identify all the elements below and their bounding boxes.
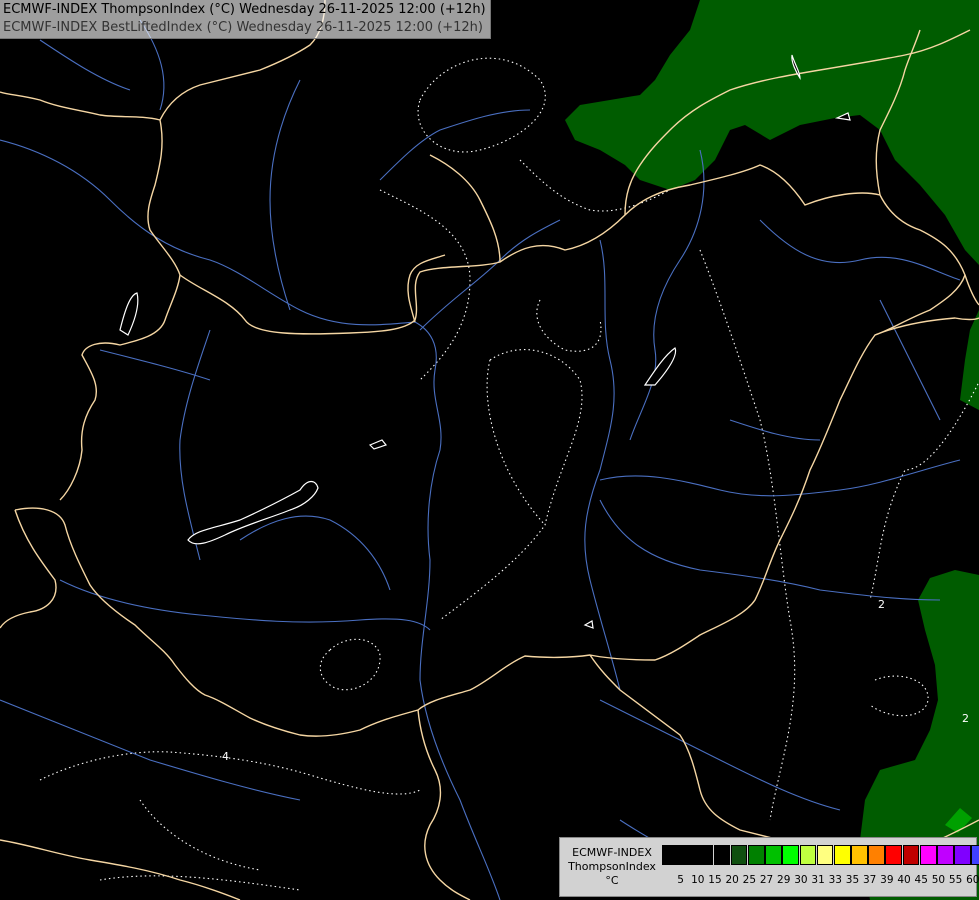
legend-swatch	[782, 845, 799, 865]
legend-swatch	[799, 845, 817, 865]
legend-swatch	[747, 845, 765, 865]
legend-swatch	[765, 845, 782, 865]
legend-swatch	[937, 845, 954, 865]
legend-tick-label: 60	[966, 874, 979, 886]
lake-small-1	[368, 439, 388, 450]
legend-tick-label: 55	[948, 874, 963, 886]
legend-title: ECMWF-INDEX	[572, 846, 652, 859]
legend-swatch	[971, 845, 979, 865]
legend-swatch	[833, 845, 851, 865]
legend-swatch	[816, 845, 834, 865]
hungary-border	[14, 164, 966, 737]
legend-tick-label: 5	[677, 874, 684, 886]
legend-tick-label: 45	[914, 874, 928, 886]
legend-tick-label: 10	[691, 874, 705, 886]
legend-swatch	[919, 845, 937, 865]
contour-label-2a: 2	[962, 712, 969, 725]
legend-tick-label: 25	[742, 874, 757, 886]
lakes	[119, 54, 851, 629]
legend-swatch	[885, 845, 903, 865]
weather-map: 4 2 2 ECMWF-INDEX ThompsonIndex (°C) Wed…	[0, 0, 979, 900]
legend-tick-label: 15	[708, 874, 722, 886]
legend-tick-label: 30	[794, 874, 808, 886]
legend-tick-label: 20	[725, 874, 739, 886]
rivers	[0, 19, 961, 900]
contour-label-2b: 2	[878, 598, 885, 611]
legend-ticks: 5 10 15 20 25 27 29 30 31 33 35 37 39 40 45 50 55 60	[672, 874, 979, 886]
legend-tick-label: 39	[880, 874, 894, 886]
lifted-index-title: ECMWF-INDEX BestLiftedIndex (°C) Wednesd…	[3, 20, 483, 35]
legend-swatch	[868, 845, 885, 865]
legend-swatch	[679, 845, 696, 865]
legend-tick-label: 31	[811, 874, 825, 886]
legend-label: ECMWF-INDEX ThompsonIndex °C	[564, 846, 660, 888]
color-legend: ECMWF-INDEX ThompsonIndex °C 5 10 15 20 25 27…	[559, 837, 979, 897]
lake-small-5	[583, 620, 594, 629]
contour-label-4: 4	[222, 750, 229, 763]
lake-small-2	[119, 292, 139, 336]
legend-swatch	[730, 845, 748, 865]
legend-swatch	[696, 845, 714, 865]
map-canvas: 4 2 2	[0, 0, 979, 900]
contour-labels: 4 2 2	[222, 598, 969, 763]
legend-swatch	[851, 845, 868, 865]
legend-tick-label: 37	[862, 874, 877, 886]
legend-swatch	[713, 845, 731, 865]
legend-swatch	[662, 845, 679, 865]
legend-unit: °C	[605, 874, 619, 887]
legend-tick-label: 35	[845, 874, 860, 886]
map-title-box: ECMWF-INDEX ThompsonIndex (°C) Wednesday…	[0, 0, 491, 39]
legend-param: ThompsonIndex	[568, 860, 656, 873]
country-borders	[0, 0, 979, 900]
legend-tick-label: 27	[759, 874, 774, 886]
lake-balaton	[187, 480, 319, 545]
thompson-index-title: ECMWF-INDEX ThompsonIndex (°C) Wednesday…	[3, 2, 486, 17]
legend-swatch	[902, 845, 920, 865]
legend-tick-label: 50	[931, 874, 946, 886]
legend-tick-label: 29	[777, 874, 791, 886]
legend-swatch	[954, 845, 971, 865]
legend-tick-label: 40	[897, 874, 911, 886]
legend-swatches	[662, 845, 979, 865]
lake-small-3	[643, 347, 677, 386]
legend-tick-label: 33	[828, 874, 842, 886]
shaded-area-east-edge	[960, 310, 979, 410]
